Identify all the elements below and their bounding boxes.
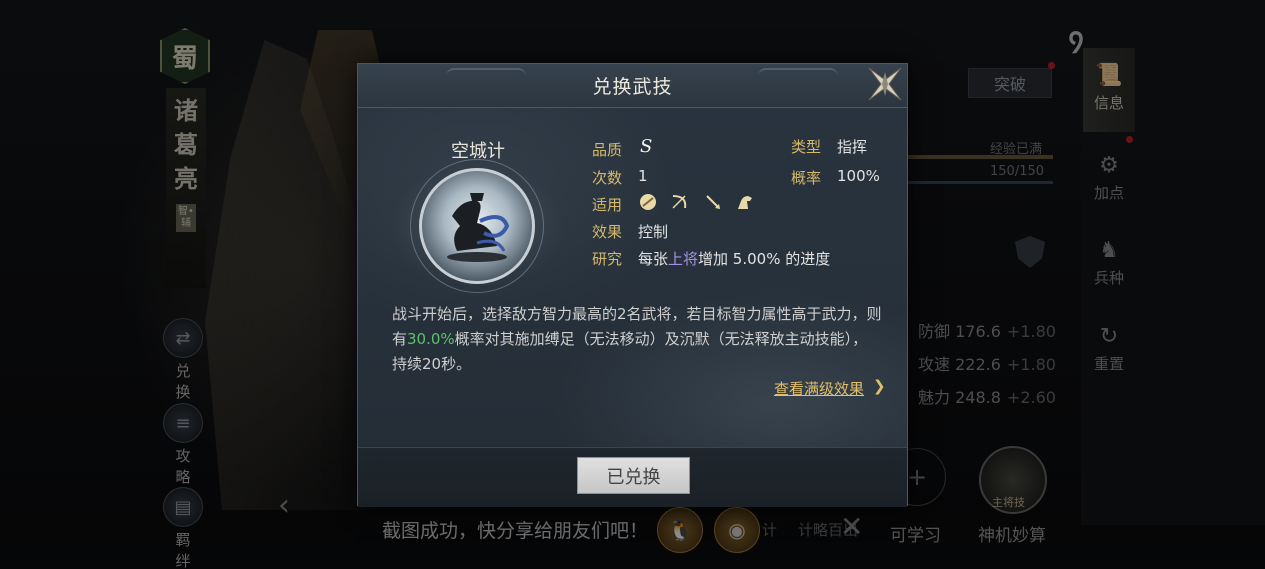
research-value: 每张上将增加 5.00% 的进度: [638, 248, 830, 269]
quality-value: S: [640, 136, 653, 157]
empty-fort-strategy-icon: [447, 193, 510, 262]
spear-icon: [703, 192, 723, 212]
close-icon: [868, 67, 902, 101]
modal-title: 兑换武技: [592, 76, 673, 98]
type-label: 类型: [791, 138, 822, 156]
exchanged-button[interactable]: 已兑换: [577, 457, 690, 494]
shield-icon: [638, 192, 658, 212]
rate-value: 100%: [837, 167, 880, 185]
description-rate: 30.0%: [407, 330, 455, 348]
research-prefix: 每张: [638, 250, 669, 268]
effect-value: 控制: [638, 223, 669, 241]
effect-label: 效果: [592, 223, 623, 241]
chevron-right-icon[interactable]: ❯: [873, 377, 886, 395]
count-label: 次数: [592, 169, 623, 187]
exchange-skill-modal: 兑换武技 空城计 品质 S 类型 指挥 次数 1 概率 100% 适用 效果 控…: [357, 63, 908, 507]
count-value: 1: [638, 167, 648, 185]
research-label: 研究: [592, 250, 623, 268]
type-value: 指挥: [837, 138, 868, 156]
horse-icon: [735, 192, 755, 212]
applicable-label: 适用: [592, 196, 623, 214]
skill-icon: [419, 168, 535, 284]
quality-label: 品质: [592, 141, 623, 159]
rate-label: 概率: [791, 169, 822, 187]
research-suffix: 增加 5.00% 的进度: [698, 250, 831, 268]
close-button[interactable]: [865, 64, 905, 104]
research-highlight: 上将: [668, 250, 699, 268]
skill-description: 战斗开始后，选择敌方智力最高的2名武将，若目标智力属性高于武力，则有30.0%概…: [392, 302, 882, 377]
view-max-level-link[interactable]: 查看满级效果: [774, 378, 864, 399]
modal-header: 兑换武技: [358, 64, 907, 108]
bow-icon: [669, 192, 689, 212]
description-part2: 概率对其施加缚足（无法移动）及沉默（无法释放主动技能），持续20秒。: [392, 330, 868, 373]
